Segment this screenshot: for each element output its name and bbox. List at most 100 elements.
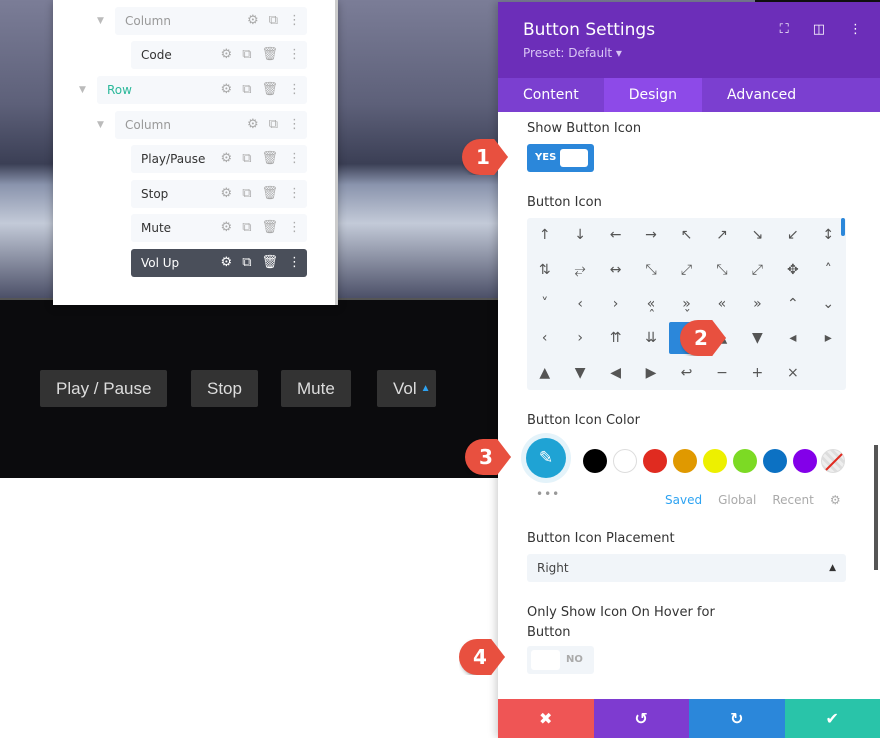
color-tab-saved[interactable]: Saved <box>665 493 702 507</box>
duplicate-icon[interactable]: ⧉ <box>242 145 251 173</box>
icon-option[interactable]: → <box>634 219 668 251</box>
gear-icon[interactable]: ⚙ <box>221 180 233 208</box>
layer-column[interactable]: Column ⚙ ⧉ ⋮ <box>115 111 307 139</box>
layer-mute[interactable]: Mute ⚙ ⧉ 🗑 ⋮ <box>131 214 307 242</box>
fullscreen-icon[interactable]: ⛶ <box>780 22 789 37</box>
trash-icon[interactable]: 🗑 <box>261 249 278 277</box>
more-icon[interactable]: ⋮ <box>849 22 862 37</box>
icon-option[interactable]: ↗ <box>705 219 739 251</box>
icon-option[interactable]: ✥ <box>776 254 810 286</box>
more-icon[interactable]: ⋮ <box>288 249 301 277</box>
more-icon[interactable]: ⋮ <box>288 214 301 242</box>
more-colors-icon[interactable]: ••• <box>536 487 560 501</box>
icon-option[interactable]: ⤡ <box>705 254 739 286</box>
icon-option[interactable]: ◀ <box>599 357 633 389</box>
duplicate-icon[interactable]: ⧉ <box>242 76 251 104</box>
icon-option[interactable]: ⇊ <box>634 322 668 354</box>
vol-up-button[interactable]: Vol ▲ <box>377 370 436 407</box>
save-button[interactable]: ✔ <box>784 699 880 738</box>
gear-icon[interactable]: ⚙ <box>830 493 841 507</box>
icon-option[interactable]: ↙ <box>776 219 810 251</box>
icon-option[interactable]: ↘ <box>740 219 774 251</box>
icon-option[interactable]: ˅ <box>528 288 562 320</box>
trash-icon[interactable]: 🗑 <box>261 214 278 242</box>
icon-option[interactable]: ‹ <box>563 288 597 320</box>
icon-option[interactable]: «̭ <box>634 288 668 320</box>
duplicate-icon[interactable]: ⧉ <box>242 180 251 208</box>
icon-option[interactable]: ▶ <box>634 357 668 389</box>
collapse-icon[interactable]: ▼ <box>97 7 104 35</box>
layer-stop[interactable]: Stop ⚙ ⧉ 🗑 ⋮ <box>131 180 307 208</box>
color-swatch[interactable] <box>643 449 667 473</box>
hover-icon-toggle[interactable]: NO <box>527 646 594 674</box>
tab-content[interactable]: Content <box>498 78 604 112</box>
icon-option[interactable]: ⇅ <box>528 254 562 286</box>
icon-option[interactable]: » <box>740 288 774 320</box>
duplicate-icon[interactable]: ⧉ <box>242 214 251 242</box>
more-icon[interactable]: ⋮ <box>288 180 301 208</box>
mute-button[interactable]: Mute <box>281 370 351 407</box>
gear-icon[interactable]: ⚙ <box>247 7 259 35</box>
icon-option[interactable]: › <box>563 322 597 354</box>
more-icon[interactable]: ⋮ <box>288 41 301 69</box>
icon-option[interactable]: »̬ <box>669 288 703 320</box>
icon-option[interactable]: ˄ <box>811 254 845 286</box>
color-swatch[interactable] <box>613 449 637 473</box>
icon-option[interactable]: ◂ <box>776 322 810 354</box>
icon-option[interactable]: × <box>776 357 810 389</box>
gear-icon[interactable]: ⚙ <box>221 41 233 69</box>
swatch-none[interactable] <box>821 449 845 473</box>
show-icon-toggle[interactable]: YES <box>527 144 594 172</box>
icon-option[interactable]: ⌄ <box>811 288 845 320</box>
color-swatch[interactable] <box>763 449 787 473</box>
icon-option[interactable]: ↔ <box>599 254 633 286</box>
icon-option[interactable]: ↑ <box>528 219 562 251</box>
icon-option[interactable]: ⤢ <box>740 254 774 286</box>
duplicate-icon[interactable]: ⧉ <box>242 249 251 277</box>
layer-code[interactable]: Code ⚙ ⧉ 🗑 ⋮ <box>131 41 307 69</box>
undo-button[interactable]: ↺ <box>593 699 689 738</box>
sidebar-icon[interactable]: ◫ <box>813 22 825 37</box>
preset-dropdown[interactable]: Preset: Default ▾ <box>523 46 622 60</box>
layer-vol-up[interactable]: Vol Up ⚙ ⧉ 🗑 ⋮ <box>131 249 307 277</box>
redo-button[interactable]: ↻ <box>689 699 785 738</box>
icon-option[interactable]: ⇈ <box>599 322 633 354</box>
color-swatch[interactable] <box>793 449 817 473</box>
trash-icon[interactable]: 🗑 <box>261 145 278 173</box>
icon-option[interactable]: ⌃ <box>776 288 810 320</box>
duplicate-icon[interactable]: ⧉ <box>269 111 278 139</box>
layer-row[interactable]: Row ⚙ ⧉ 🗑 ⋮ <box>97 76 307 104</box>
color-swatch[interactable] <box>673 449 697 473</box>
icon-option[interactable]: ▼ <box>740 322 774 354</box>
icon-option[interactable]: › <box>599 288 633 320</box>
color-swatch[interactable] <box>703 449 727 473</box>
trash-icon[interactable]: 🗑 <box>261 76 278 104</box>
icon-option[interactable]: + <box>740 357 774 389</box>
color-swatch[interactable] <box>583 449 607 473</box>
tab-design[interactable]: Design <box>603 78 703 112</box>
icon-option[interactable]: « <box>705 288 739 320</box>
collapse-icon[interactable]: ▼ <box>79 76 86 104</box>
icon-option[interactable]: ▲ <box>528 357 562 389</box>
gear-icon[interactable]: ⚙ <box>221 249 233 277</box>
trash-icon[interactable]: 🗑 <box>261 180 278 208</box>
gear-icon[interactable]: ⚙ <box>221 214 233 242</box>
icon-option[interactable]: ⤢ <box>669 254 703 286</box>
icon-option[interactable]: ← <box>599 219 633 251</box>
icon-option[interactable]: ↩ <box>669 357 703 389</box>
icon-option[interactable]: ▼ <box>563 357 597 389</box>
gear-icon[interactable]: ⚙ <box>221 76 233 104</box>
more-icon[interactable]: ⋮ <box>288 145 301 173</box>
color-picker-button[interactable]: ✎ <box>526 438 566 478</box>
icon-option[interactable]: ⥂ <box>563 254 597 286</box>
cancel-button[interactable]: ✖ <box>498 699 594 738</box>
tab-advanced[interactable]: Advanced <box>702 78 821 112</box>
icon-option[interactable]: − <box>705 357 739 389</box>
collapse-icon[interactable]: ▼ <box>97 111 104 139</box>
trash-icon[interactable]: 🗑 <box>261 41 278 69</box>
icon-option[interactable]: ⤡ <box>634 254 668 286</box>
icon-option[interactable]: ↓ <box>563 219 597 251</box>
color-tab-global[interactable]: Global <box>718 493 756 507</box>
panel-scrollbar[interactable] <box>874 445 878 570</box>
color-swatch[interactable] <box>733 449 757 473</box>
